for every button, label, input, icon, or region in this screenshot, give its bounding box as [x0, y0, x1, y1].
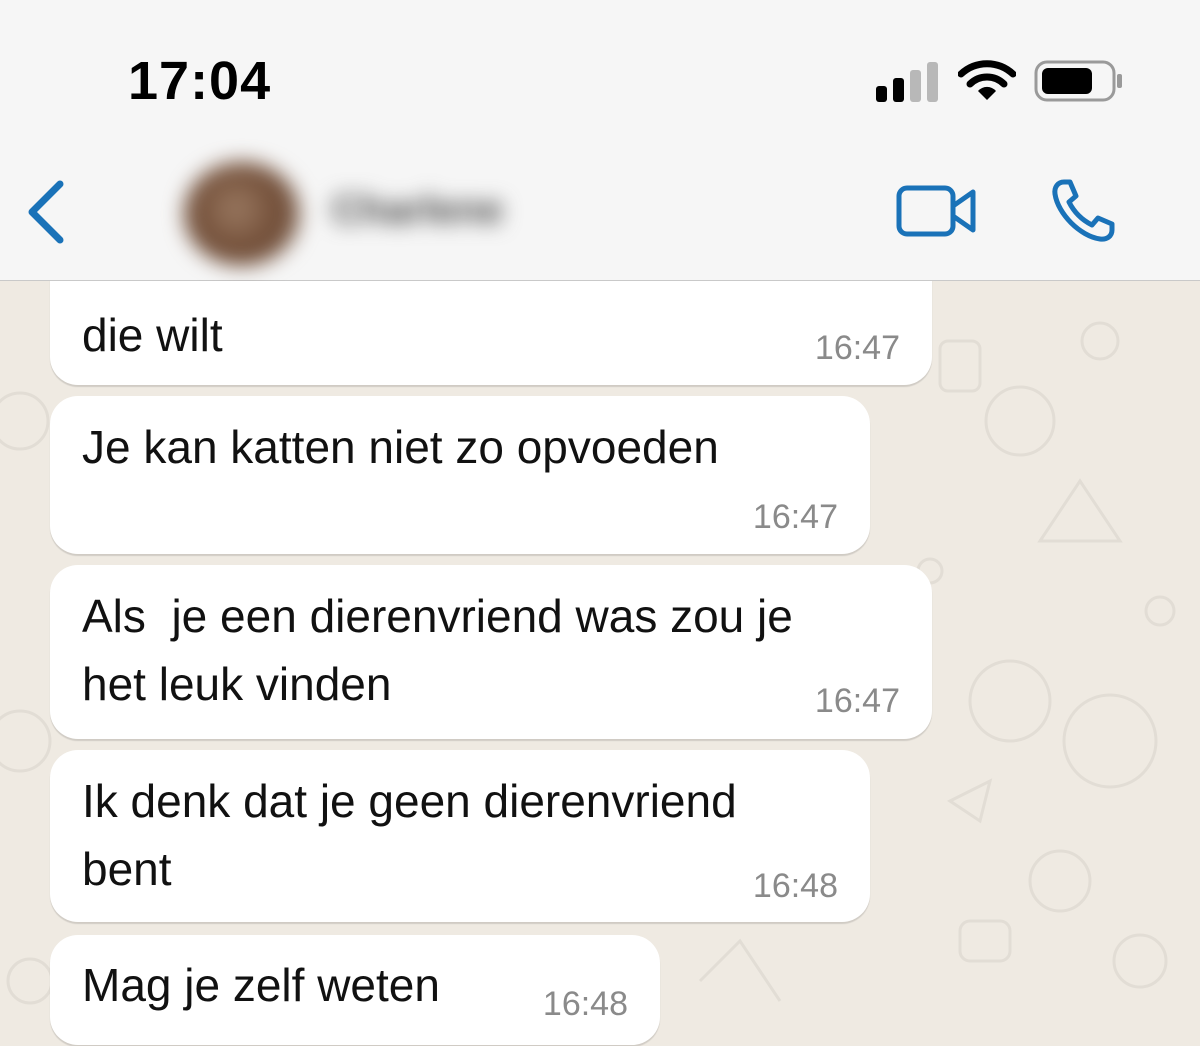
- clock: 17:04: [128, 51, 272, 111]
- contact-info[interactable]: Charlene: [166, 152, 558, 272]
- message-timestamp: 16:47: [814, 682, 900, 720]
- message-timestamp: 16:48: [752, 867, 838, 905]
- avatar[interactable]: [184, 162, 300, 266]
- message-bubble[interactable]: Mag je zelf weten 16:48: [50, 935, 660, 1045]
- message-bubble[interactable]: Als je een dierenvriend was zou je het l…: [50, 565, 932, 739]
- wifi-icon: [958, 60, 1016, 100]
- battery-icon: [1034, 60, 1122, 102]
- message-timestamp: 16:48: [542, 985, 628, 1023]
- video-camera-icon[interactable]: [896, 184, 978, 238]
- message-text: Mag je zelf weten: [82, 959, 440, 1011]
- cellular-signal-icon: [876, 60, 940, 102]
- message-text: Ik denk dat je geen dierenvriend bent: [82, 775, 737, 895]
- message-bubble[interactable]: Ik denk dat je geen dierenvriend bent 16…: [50, 750, 870, 922]
- message-text: Je kan katten niet zo opvoeden: [82, 421, 719, 473]
- message-bubble[interactable]: die wilt 16:47: [50, 281, 932, 385]
- phone-icon[interactable]: [1050, 178, 1116, 244]
- message-text: die wilt: [82, 309, 223, 361]
- status-bar: 17:04: [0, 0, 1200, 140]
- message-list[interactable]: die wilt 16:47 Je kan katten niet zo opv…: [0, 281, 1200, 1046]
- message-timestamp: 16:47: [752, 498, 838, 536]
- chat-header: Charlene: [0, 140, 1200, 281]
- back-chevron-icon[interactable]: [24, 180, 66, 244]
- contact-name[interactable]: Charlene: [332, 188, 503, 233]
- message-timestamp: 16:47: [814, 329, 900, 367]
- message-text: Als je een dierenvriend was zou je het l…: [82, 590, 793, 710]
- message-bubble[interactable]: Je kan katten niet zo opvoeden 16:47: [50, 396, 870, 554]
